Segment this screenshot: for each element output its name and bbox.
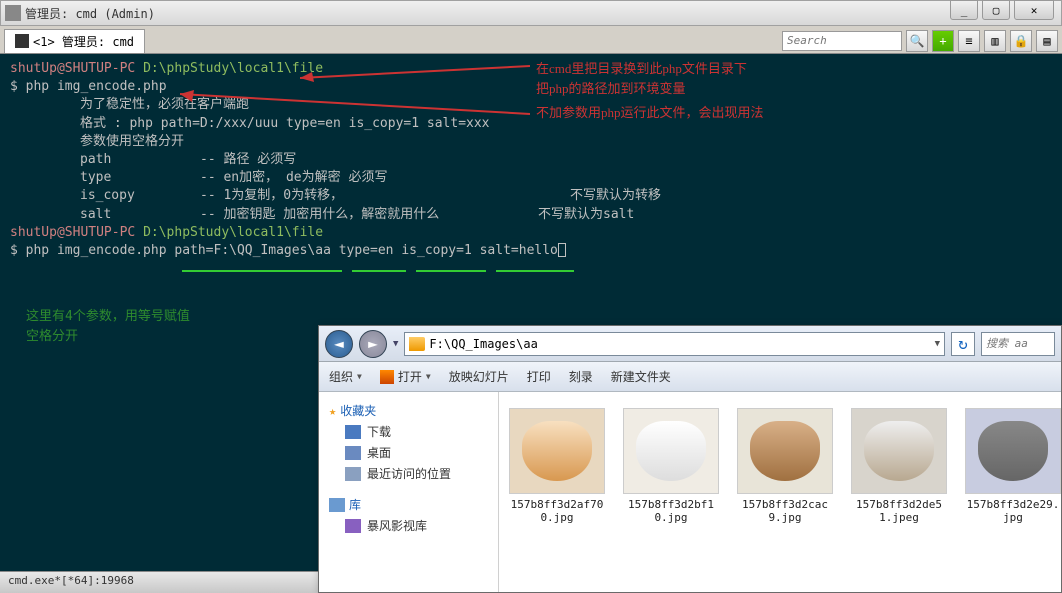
file-thumbnail[interactable]: 157b8ff3d2de51.jpeg <box>851 408 947 576</box>
menu-button[interactable]: ▤ <box>1036 30 1058 52</box>
terminal-line: $ php img_encode.php <box>10 78 1052 96</box>
sidebar-favorites[interactable]: ★收藏夹 <box>323 400 494 421</box>
file-name: 157b8ff3d2de51.jpeg <box>851 498 947 524</box>
annotation-text: 把php的路径加到环境变量 <box>536 80 686 98</box>
file-name: 157b8ff3d2bf10.jpg <box>623 498 719 524</box>
explorer-window: ◄ ► ▼ F:\QQ_Images\aa ▼ ↻ 组织▼ 打开▼ 放映幻灯片 … <box>318 325 1062 593</box>
tab-label: <1> 管理员: cmd <box>33 33 134 50</box>
folder-icon <box>409 337 425 351</box>
file-name: 157b8ff3d2e29.jpg <box>965 498 1061 524</box>
sidebar-videolib[interactable]: 暴风影视库 <box>323 515 494 536</box>
terminal-line: shutUp@SHUTUP-PC D:\phpStudy\local1\file <box>10 60 1052 78</box>
refresh-button[interactable]: ↻ <box>951 332 975 356</box>
burn-button[interactable]: 刻录 <box>569 368 593 385</box>
close-button[interactable]: ✕ <box>1014 0 1054 20</box>
list-button[interactable]: ≡ <box>958 30 980 52</box>
status-text: cmd.exe*[*64]:19968 <box>8 574 134 587</box>
star-icon: ★ <box>329 404 336 418</box>
terminal-line: $ php img_encode.php path=F:\QQ_Images\a… <box>10 242 1052 260</box>
download-icon <box>345 425 361 439</box>
cursor <box>558 243 566 257</box>
terminal-line: 格式 : php path=D:/xxx/uuu type=en is_copy… <box>10 115 1052 133</box>
file-thumbnail[interactable]: 157b8ff3d2e29.jpg <box>965 408 1061 576</box>
sidebar-libraries[interactable]: 库 <box>323 494 494 515</box>
recent-icon <box>345 467 361 481</box>
titlebar: 管理员: cmd (Admin) _ ▢ ✕ <box>0 0 1062 26</box>
search-input[interactable] <box>782 31 902 51</box>
terminal-line: path-- 路径 必须写 <box>10 151 1052 169</box>
address-dropdown-icon[interactable]: ▼ <box>935 339 940 349</box>
thumbnail-image <box>509 408 605 494</box>
annotation-text: 在cmd里把目录换到此php文件目录下 <box>536 60 747 78</box>
toolbar-right: 🔍 + ≡ ▥ 🔒 ▤ <box>782 30 1058 52</box>
sidebar-downloads[interactable]: 下载 <box>323 421 494 442</box>
desktop-icon <box>345 446 361 460</box>
thumbnail-image <box>965 408 1061 494</box>
open-icon <box>380 370 394 384</box>
underline <box>352 270 406 272</box>
sidebar-desktop[interactable]: 桌面 <box>323 442 494 463</box>
history-dropdown-icon[interactable]: ▼ <box>393 339 398 349</box>
file-name: 157b8ff3d2cac9.jpg <box>737 498 833 524</box>
file-thumbnail[interactable]: 157b8ff3d2af700.jpg <box>509 408 605 576</box>
thumbnail-image <box>737 408 833 494</box>
explorer-search-input[interactable] <box>981 332 1055 356</box>
open-menu[interactable]: 打开▼ <box>380 368 431 385</box>
file-name: 157b8ff3d2af700.jpg <box>509 498 605 524</box>
address-text: F:\QQ_Images\aa <box>429 337 537 351</box>
terminal-line: is_copy-- 1为复制，0为转移，不写默认为转移 <box>10 187 1052 205</box>
terminal-line: 参数使用空格分开 <box>10 133 1052 151</box>
add-tab-button[interactable]: + <box>932 30 954 52</box>
address-bar[interactable]: F:\QQ_Images\aa ▼ <box>404 332 945 356</box>
underline <box>416 270 486 272</box>
window-controls: _ ▢ ✕ <box>950 0 1054 20</box>
terminal-line: 为了稳定性，必须在客户端跑 <box>10 96 1052 114</box>
tab-cmd[interactable]: <1> 管理员: cmd <box>4 29 145 53</box>
forward-button[interactable]: ► <box>359 330 387 358</box>
sidebar-recent[interactable]: 最近访问的位置 <box>323 463 494 484</box>
explorer-content[interactable]: 157b8ff3d2af700.jpg 157b8ff3d2bf10.jpg 157… <box>499 392 1061 592</box>
thumbnail-image <box>851 408 947 494</box>
explorer-body: ★收藏夹 下载 桌面 最近访问的位置 库 暴风影视库 157b8ff3d2af7… <box>319 392 1061 592</box>
explorer-sidebar: ★收藏夹 下载 桌面 最近访问的位置 库 暴风影视库 <box>319 392 499 592</box>
minimize-button[interactable]: _ <box>950 0 978 20</box>
explorer-toolbar: 组织▼ 打开▼ 放映幻灯片 打印 刻录 新建文件夹 <box>319 362 1061 392</box>
underline <box>496 270 574 272</box>
tab-bar: <1> 管理员: cmd 🔍 + ≡ ▥ 🔒 ▤ <box>0 26 1062 54</box>
terminal-line: type-- en加密， de为解密 必须写 <box>10 169 1052 187</box>
file-thumbnail[interactable]: 157b8ff3d2bf10.jpg <box>623 408 719 576</box>
annotation-text: 这里有4个参数，用等号赋值 <box>26 308 190 326</box>
lock-button[interactable]: 🔒 <box>1010 30 1032 52</box>
library-icon <box>329 498 345 512</box>
annotation-text: 不加参数用php运行此文件，会出现用法 <box>536 104 764 122</box>
organize-menu[interactable]: 组织▼ <box>329 368 362 385</box>
terminal-icon <box>15 34 29 48</box>
back-button[interactable]: ◄ <box>325 330 353 358</box>
app-icon <box>5 5 21 21</box>
explorer-navbar: ◄ ► ▼ F:\QQ_Images\aa ▼ ↻ <box>319 326 1061 362</box>
file-thumbnail[interactable]: 157b8ff3d2cac9.jpg <box>737 408 833 576</box>
slideshow-button[interactable]: 放映幻灯片 <box>449 368 509 385</box>
terminal-line: shutUp@SHUTUP-PC D:\phpStudy\local1\file <box>10 224 1052 242</box>
underline <box>182 270 342 272</box>
video-icon <box>345 519 361 533</box>
terminal-line: salt-- 加密钥匙 加密用什么，解密就用什么不写默认为salt <box>10 206 1052 224</box>
newfolder-button[interactable]: 新建文件夹 <box>611 368 671 385</box>
window-title: 管理员: cmd (Admin) <box>25 5 155 22</box>
thumbnail-image <box>623 408 719 494</box>
layout-button[interactable]: ▥ <box>984 30 1006 52</box>
print-button[interactable]: 打印 <box>527 368 551 385</box>
maximize-button[interactable]: ▢ <box>982 0 1010 20</box>
search-dropdown-button[interactable]: 🔍 <box>906 30 928 52</box>
annotation-text: 空格分开 <box>26 328 78 346</box>
